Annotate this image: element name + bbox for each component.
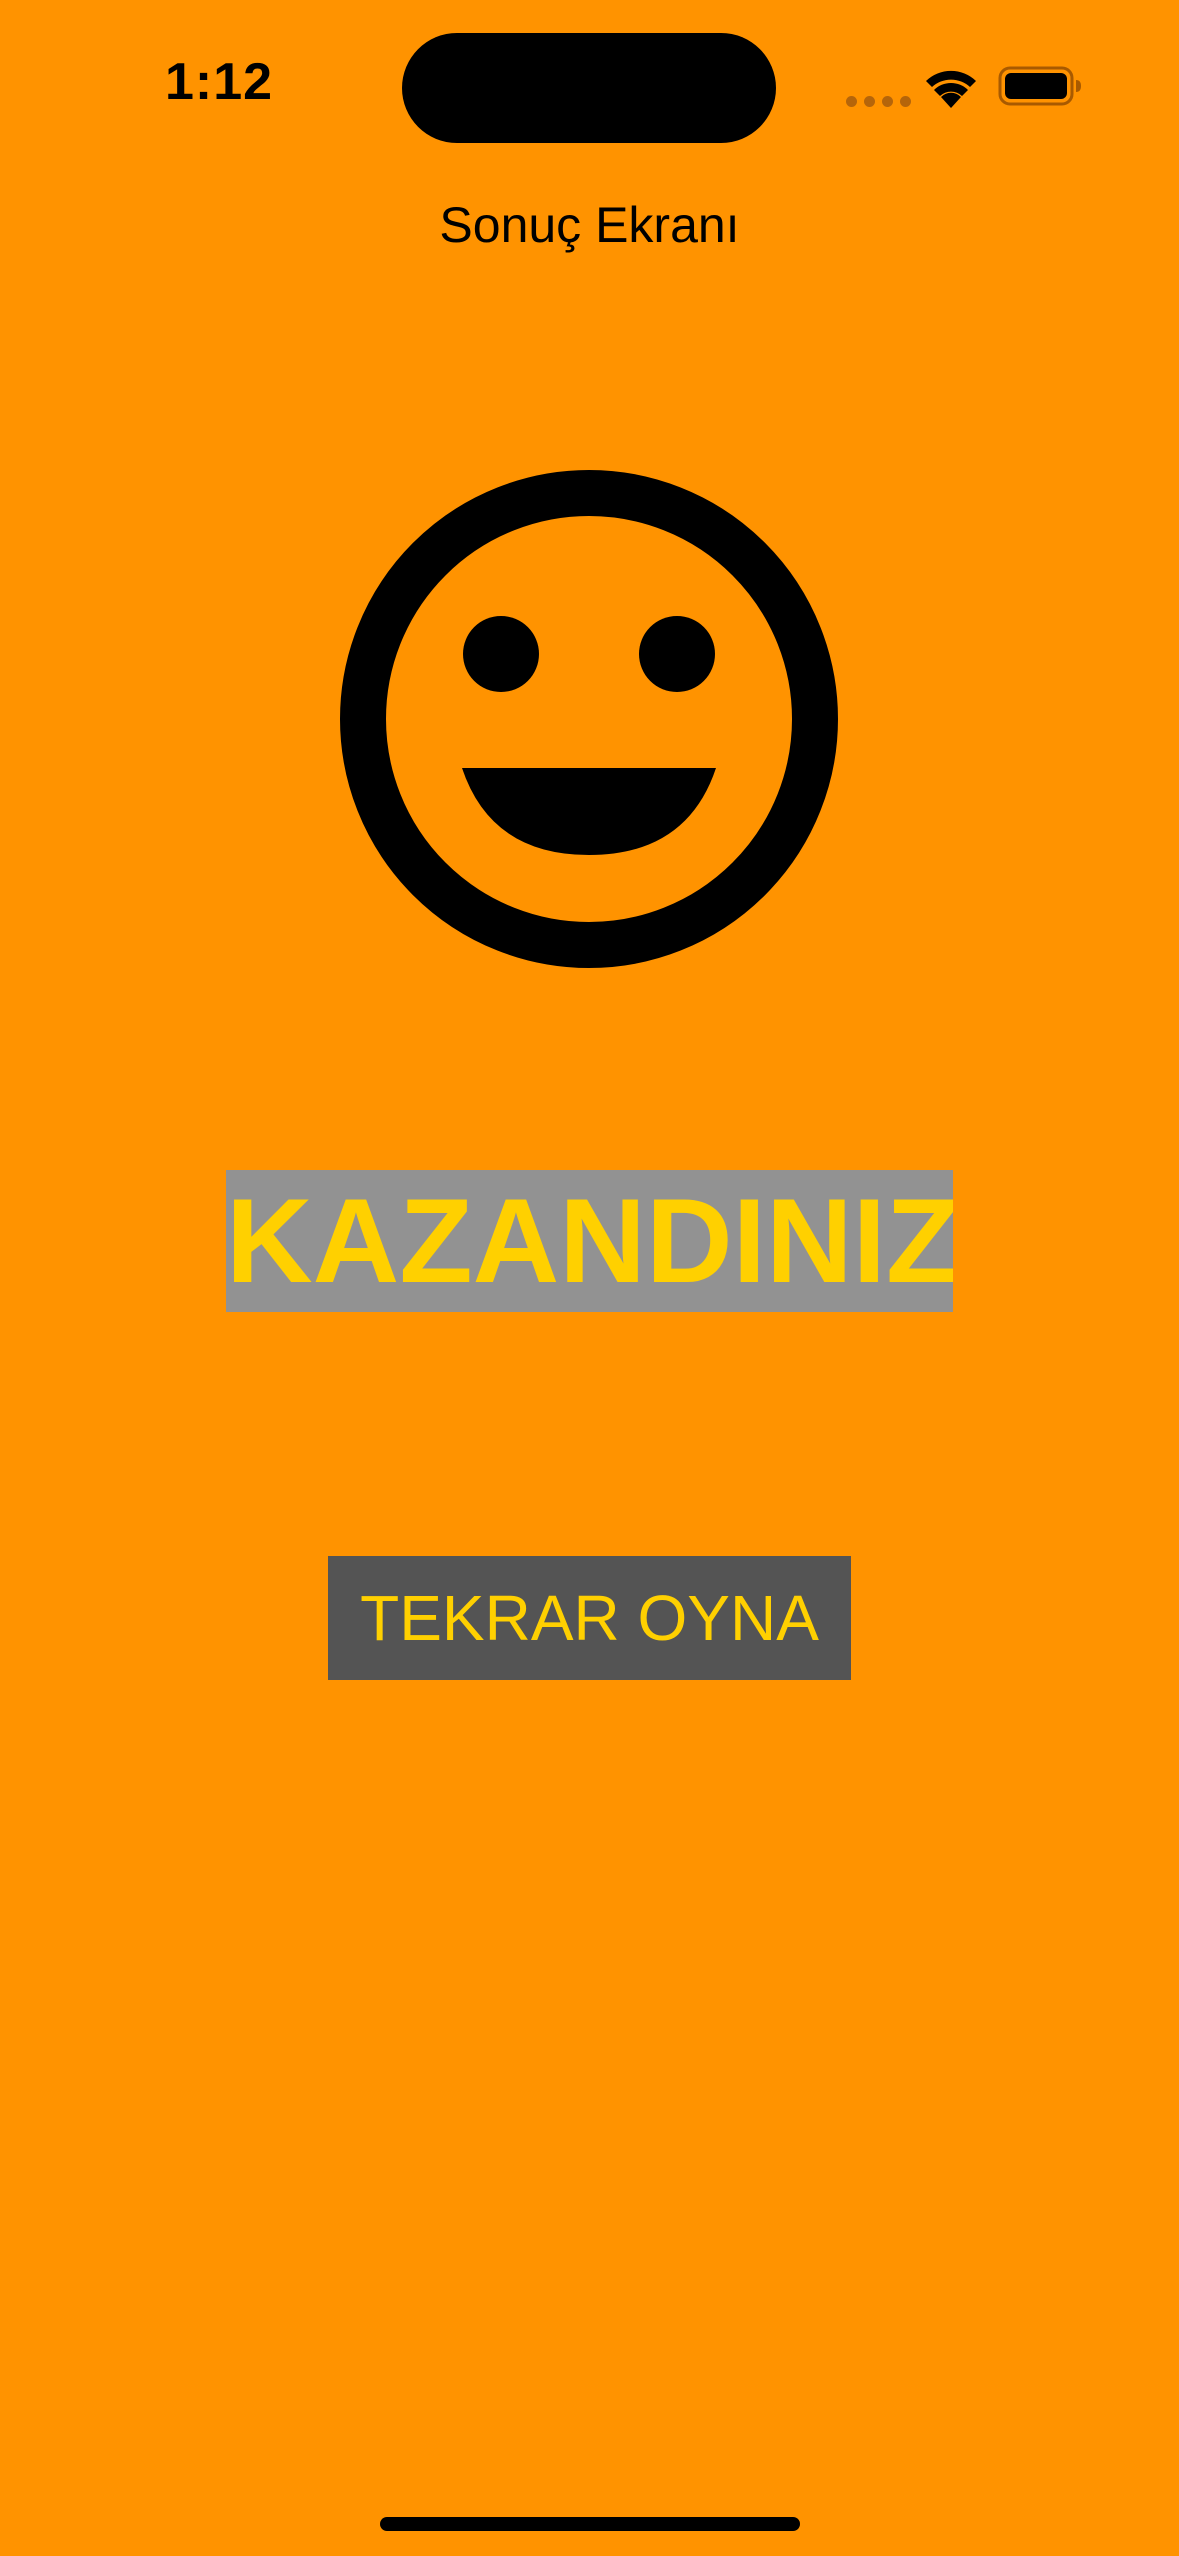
home-indicator[interactable] <box>380 2517 800 2531</box>
battery-icon <box>998 66 1081 106</box>
page-title: Sonuç Ekranı <box>439 197 740 253</box>
status-time: 1:12 <box>165 53 274 111</box>
result-label: KAZANDINIZ <box>226 1170 953 1312</box>
smiley-face-icon <box>340 470 838 968</box>
replay-button[interactable]: TEKRAR OYNA <box>328 1556 851 1680</box>
dynamic-island <box>402 33 776 143</box>
wifi-icon <box>926 70 976 108</box>
cellular-signal-icon <box>846 96 911 107</box>
